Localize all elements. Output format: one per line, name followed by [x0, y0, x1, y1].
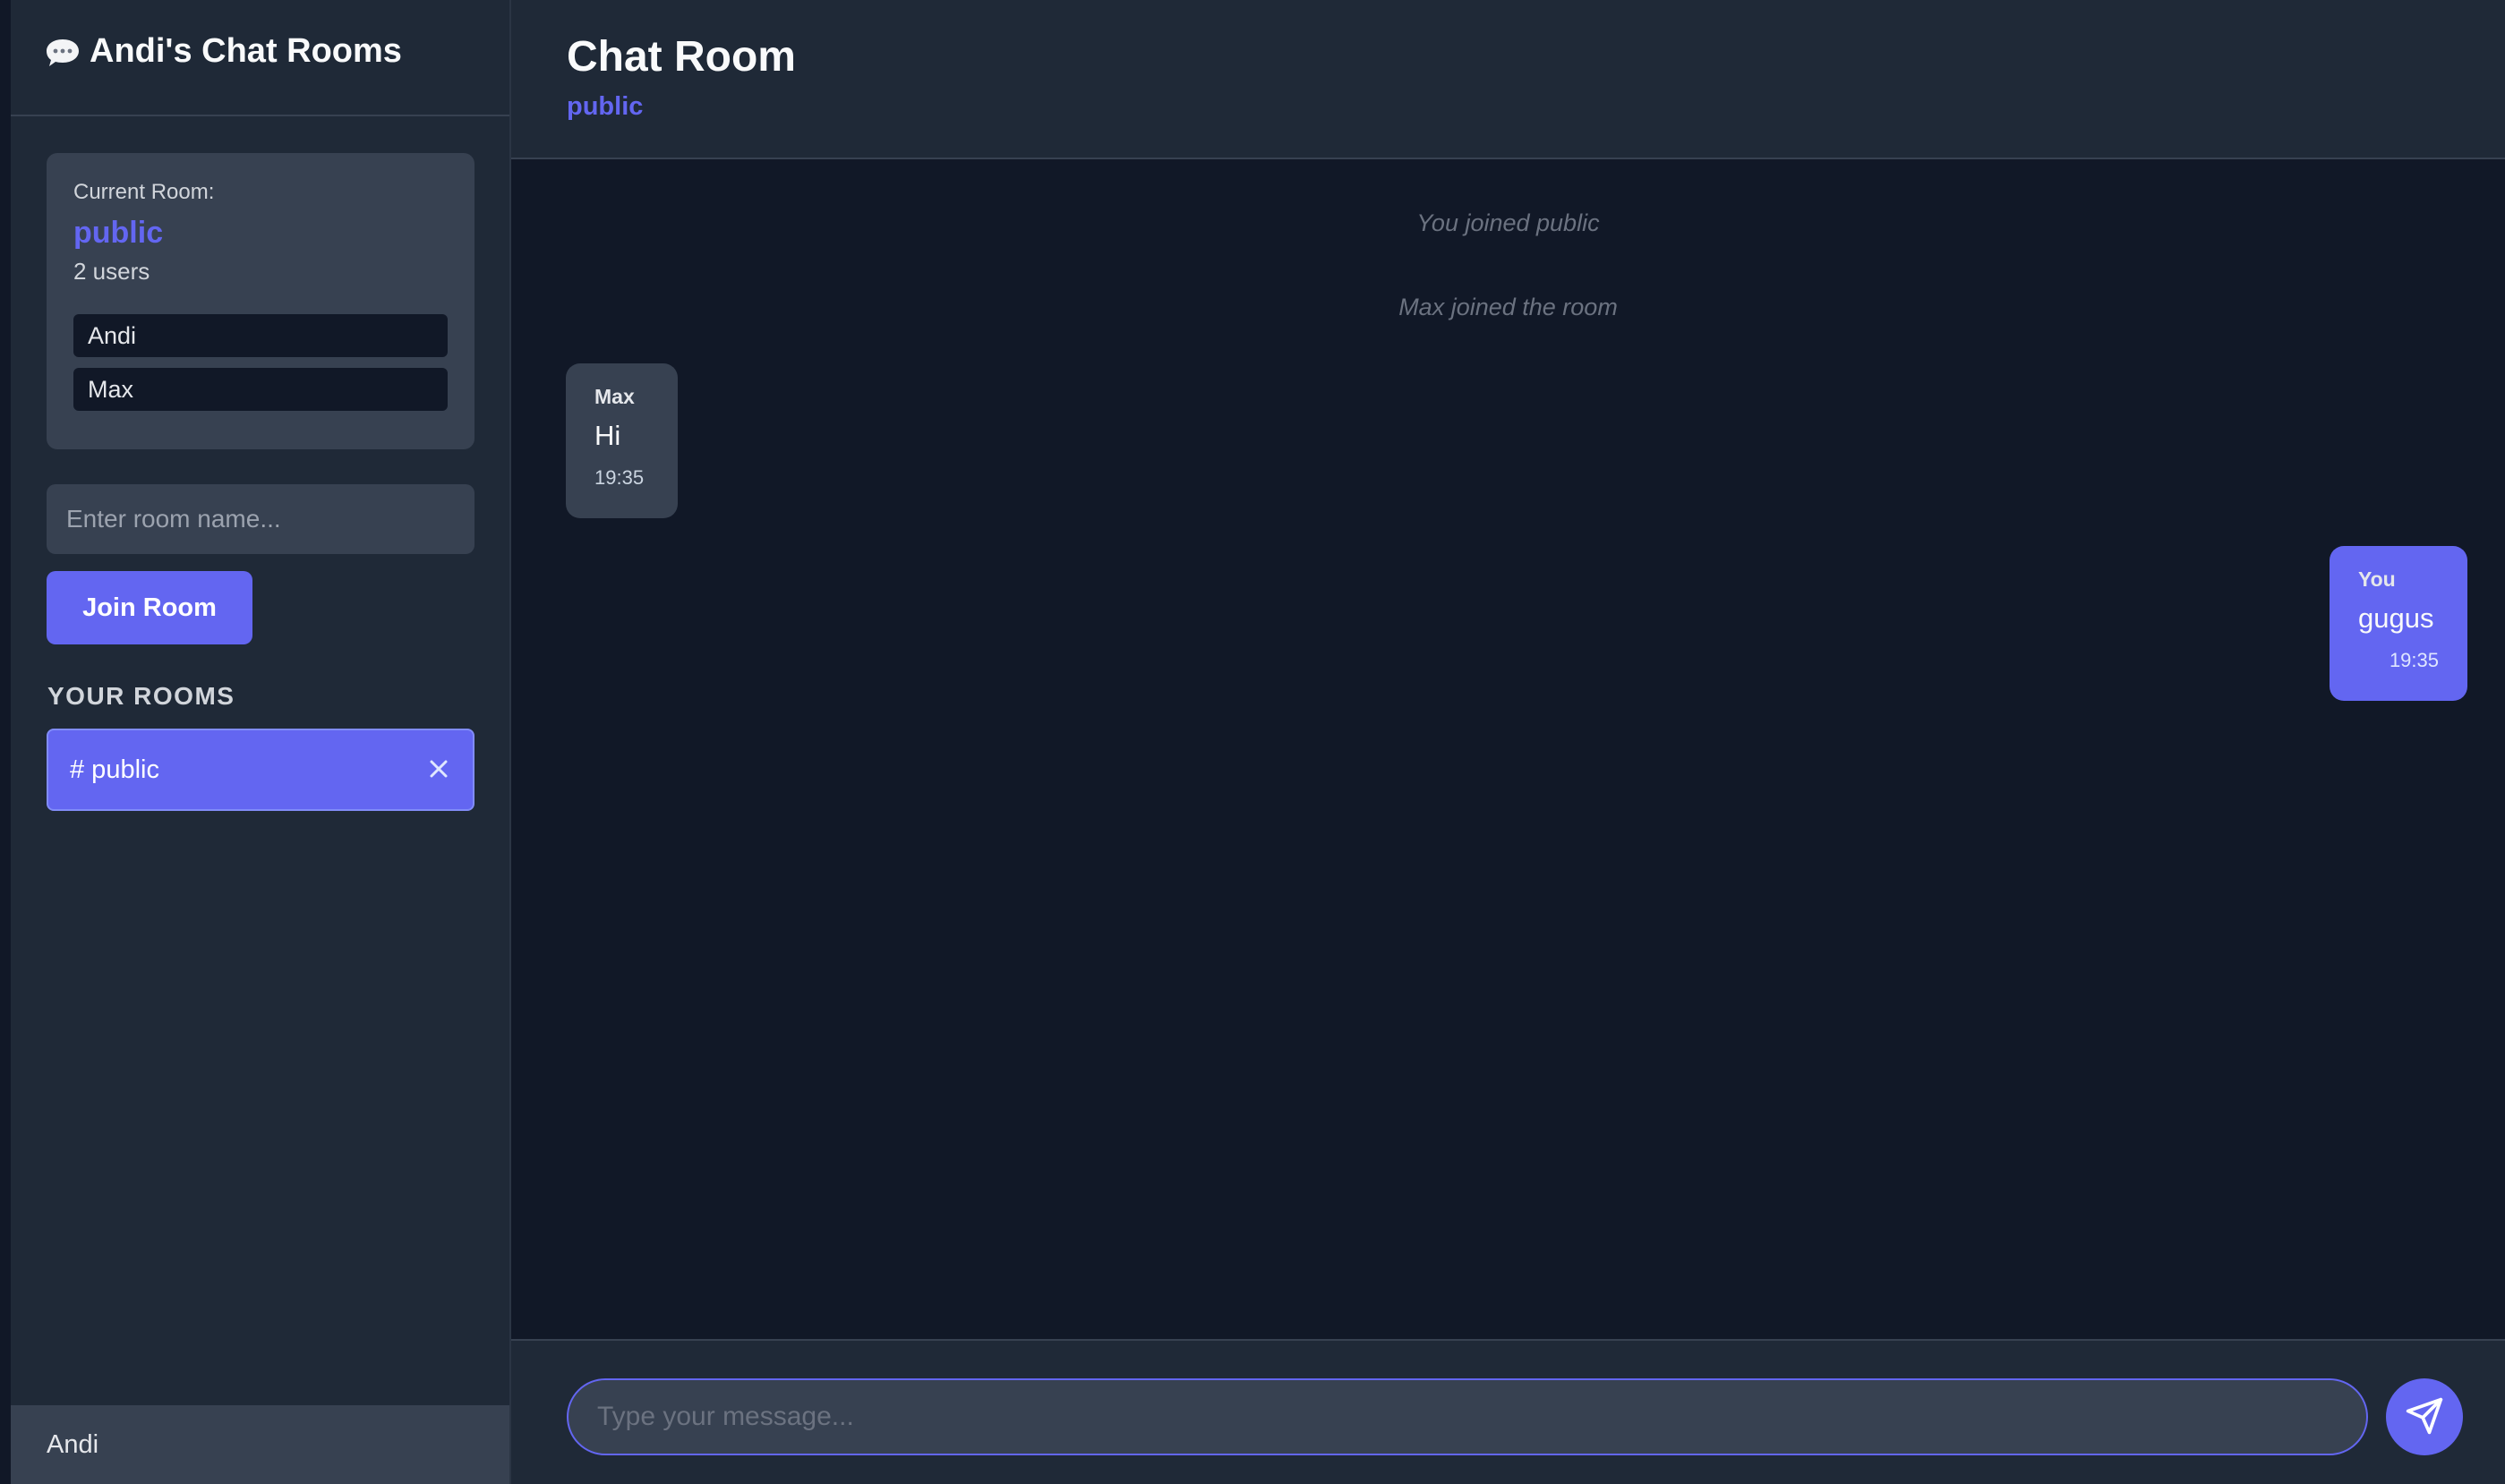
user-count: 2 users: [73, 258, 150, 285]
message-text: Hi: [594, 420, 621, 451]
send-icon: [2405, 1396, 2444, 1438]
chat-header: Chat Room public: [511, 0, 2505, 159]
app-title-text: Andi's Chat Rooms: [90, 32, 402, 70]
chat-main: Chat Room public You joined public Max j…: [511, 0, 2505, 1484]
message-composer: [511, 1339, 2505, 1484]
message-sender: Max: [594, 385, 635, 408]
user-list-item: Andi: [73, 314, 448, 357]
message-time: 19:35: [2389, 649, 2439, 671]
user-list: Andi Max: [73, 314, 448, 411]
message-text: gugus: [2358, 602, 2434, 634]
current-user: Andi: [11, 1405, 509, 1484]
current-room-name: public: [73, 216, 164, 250]
sidebar-header: Andi's Chat Rooms: [11, 0, 509, 116]
app-title: Andi's Chat Rooms: [45, 32, 402, 71]
room-item-public[interactable]: # public: [47, 729, 474, 811]
join-room-button[interactable]: Join Room: [47, 571, 252, 644]
message-input[interactable]: [567, 1378, 2368, 1455]
send-button[interactable]: [2386, 1378, 2463, 1455]
system-message: Max joined the room: [1398, 294, 1618, 320]
current-room-label: Current Room:: [73, 180, 215, 204]
message-time: 19:35: [594, 466, 645, 489]
message-sender: You: [2358, 567, 2396, 591]
window-edge: [0, 0, 11, 1484]
room-subtitle: public: [567, 92, 644, 121]
current-room-card: Current Room: public 2 users Andi Max: [47, 153, 474, 449]
user-list-item: Max: [73, 368, 448, 411]
message-bubble-outgoing: You gugus 19:35: [2330, 546, 2467, 701]
message-bubble-incoming: Max Hi 19:35: [566, 363, 678, 518]
message-list[interactable]: You joined public Max joined the room Ma…: [511, 159, 2505, 1339]
room-item-label: # public: [70, 755, 159, 784]
your-rooms-heading: YOUR ROOMS: [47, 682, 235, 710]
speech-bubble-icon: [45, 37, 81, 67]
system-message: You joined public: [1416, 209, 1600, 236]
sidebar: Andi's Chat Rooms Current Room: public 2…: [11, 0, 511, 1484]
close-icon[interactable]: [428, 755, 449, 785]
page-title: Chat Room: [567, 33, 796, 81]
room-name-input[interactable]: [47, 484, 474, 554]
